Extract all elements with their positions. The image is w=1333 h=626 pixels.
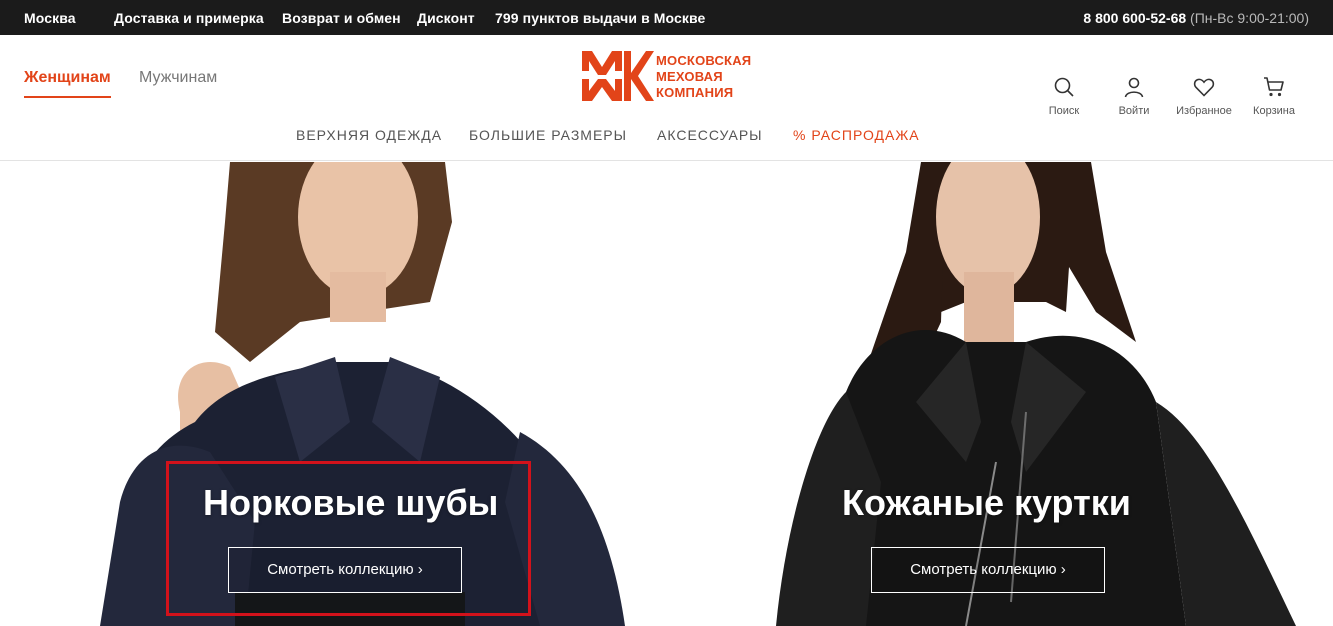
nav-sale[interactable]: % РАСПРОДАЖА (793, 127, 920, 143)
highlight-box (166, 461, 531, 616)
cart-label: Корзина (1253, 105, 1295, 117)
nav-accessories[interactable]: АКСЕССУАРЫ (657, 127, 763, 143)
search-button[interactable]: Поиск (1029, 75, 1099, 117)
logo-wordmark: МОСКОВСКАЯ МЕХОВАЯ КОМПАНИЯ (656, 53, 751, 101)
site-header: Женщинам Мужчинам МОСКОВСКАЯ МЕХОВАЯ КОМ… (0, 35, 1333, 161)
working-hours: (Пн-Вс 9:00-21:00) (1190, 10, 1309, 26)
login-button[interactable]: Войти (1099, 75, 1169, 117)
view-collection-button[interactable]: Смотреть коллекцию › (871, 547, 1105, 593)
nav-outerwear[interactable]: ВЕРХНЯЯ ОДЕЖДА (296, 127, 442, 143)
delivery-link[interactable]: Доставка и примерка (114, 10, 264, 26)
user-icon (1124, 77, 1144, 98)
discount-link[interactable]: Дисконт (417, 10, 475, 26)
logo-line: МЕХОВАЯ (656, 69, 723, 84)
city-selector[interactable]: Москва (24, 10, 76, 26)
logo-mark-icon (582, 51, 654, 101)
search-icon (1054, 77, 1074, 97)
logo-line: КОМПАНИЯ (656, 85, 734, 100)
phone-number[interactable]: 8 800 600-52-68 (Пн-Вс 9:00-21:00) (1083, 10, 1309, 26)
returns-link[interactable]: Возврат и обмен (282, 10, 401, 26)
login-label: Войти (1118, 105, 1150, 117)
cart-icon (1264, 77, 1284, 97)
nav-plus-sizes[interactable]: БОЛЬШИЕ РАЗМЕРЫ (469, 127, 627, 143)
brand-logo[interactable]: МОСКОВСКАЯ МЕХОВАЯ КОМПАНИЯ (580, 47, 760, 107)
banner-title: Кожаные куртки (842, 482, 1131, 523)
banner-mink-coats[interactable]: Норковые шубы Смотреть коллекцию › (0, 162, 666, 626)
logo-line: МОСКОВСКАЯ (656, 53, 752, 68)
favorites-label: Избранное (1176, 105, 1232, 117)
heart-icon (1193, 78, 1215, 97)
top-bar: Москва Доставка и примерка Возврат и обм… (0, 0, 1333, 35)
cart-button[interactable]: Корзина (1239, 75, 1309, 117)
phone-value[interactable]: 8 800 600-52-68 (1083, 10, 1186, 26)
favorites-button[interactable]: Избранное (1169, 75, 1239, 117)
pickup-points-link[interactable]: 799 пунктов выдачи в Москве (495, 10, 705, 26)
search-label: Поиск (1048, 105, 1080, 117)
tab-men[interactable]: Мужчинам (139, 69, 217, 87)
banner-leather-jackets[interactable]: Кожаные куртки Смотреть коллекцию › (666, 162, 1333, 626)
tab-women[interactable]: Женщинам (24, 69, 111, 98)
